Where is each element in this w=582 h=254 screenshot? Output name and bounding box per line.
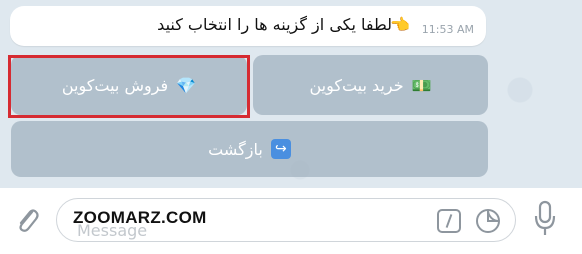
buy-bitcoin-button[interactable]: 💵 خرید بیت‌کوین <box>253 55 488 115</box>
message-time: 11:53 AM <box>421 23 474 36</box>
money-icon: 💵 <box>411 75 432 95</box>
sticker-icon[interactable] <box>475 208 501 234</box>
microphone-icon[interactable] <box>534 200 556 238</box>
bot-command-icon[interactable] <box>437 209 461 233</box>
buy-bitcoin-label: خرید بیت‌کوین <box>309 75 404 95</box>
bot-message: لطفا یکی از گزینه ها را انتخاب کنید 👈 11… <box>10 6 486 46</box>
highlight-box <box>8 55 250 118</box>
back-button[interactable]: ↪ بازگشت <box>11 121 488 177</box>
pointing-hand-icon: 👈 <box>390 15 410 34</box>
message-text: لطفا یکی از گزینه ها را انتخاب کنید <box>157 15 392 34</box>
composer-bar: Message ZOOMARZ.COM <box>0 188 582 254</box>
attach-icon[interactable] <box>14 204 40 236</box>
message-input[interactable]: Message ZOOMARZ.COM <box>56 198 516 242</box>
watermark: ZOOMARZ.COM <box>73 208 207 227</box>
return-arrow-icon: ↪ <box>270 139 291 159</box>
back-label: بازگشت <box>208 139 263 159</box>
